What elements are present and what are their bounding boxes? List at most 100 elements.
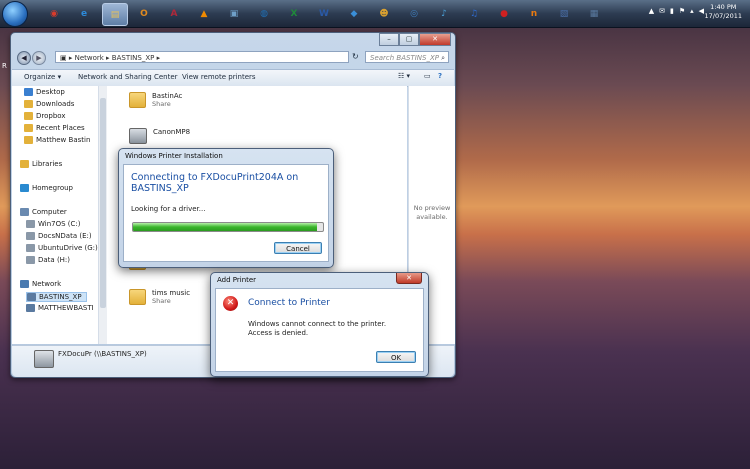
taskbar-media-player-button[interactable]: ♪: [432, 3, 456, 24]
nav-item-recent-places[interactable]: Recent Places: [24, 124, 85, 132]
command-bar: Organize ▾ Network and Sharing Center Vi…: [12, 69, 454, 87]
excel-icon: X: [290, 8, 298, 19]
dialog-title: Add Printer: [217, 276, 257, 284]
nav-item-dropbox[interactable]: Dropbox: [24, 112, 66, 120]
help-icon[interactable]: ?: [438, 72, 442, 80]
nav-item-label: Win7OS (C:): [38, 220, 81, 228]
printer-install-dialog: Windows Printer Installation Connecting …: [118, 148, 334, 268]
taskbar-remote-button[interactable]: ▦: [582, 3, 606, 24]
search-input[interactable]: Search BASTINS_XP ⌕: [365, 51, 449, 63]
taskbar-access-button[interactable]: A: [162, 3, 186, 24]
error-icon: ✕: [223, 296, 238, 311]
minimize-button[interactable]: –: [379, 33, 399, 46]
view-options-icon[interactable]: ☷ ▾: [398, 72, 410, 80]
item-type: Share: [152, 100, 171, 108]
dialog-body: Connecting to FXDocuPrint204A on BASTINS…: [123, 164, 329, 262]
maximize-button[interactable]: ▢: [399, 33, 419, 46]
taskbar-outlook-button[interactable]: O: [132, 3, 156, 24]
close-button[interactable]: ✕: [419, 33, 451, 46]
tray-icon[interactable]: ▴: [690, 7, 694, 15]
address-bar[interactable]: ▣ ▸ Network ▸ BASTINS_XP ▸: [55, 51, 349, 63]
nav-item-label: Matthew Bastin: [36, 136, 91, 144]
nav-item-win7os-c[interactable]: Win7OS (C:): [26, 220, 81, 228]
library-icon: [20, 160, 29, 168]
refresh-button[interactable]: ↻: [352, 51, 362, 63]
nav-item-docsndata-e[interactable]: DocsNData (E:): [26, 232, 92, 240]
taskbar-itunes-button[interactable]: ♫: [462, 3, 486, 24]
tray-icon[interactable]: ▮: [670, 7, 674, 15]
organize-button[interactable]: Organize ▾: [24, 73, 61, 81]
nav-item-matthew-bastin[interactable]: Matthew Bastin: [24, 136, 90, 144]
taskbar-dropbox-button[interactable]: ◆: [342, 3, 366, 24]
close-button[interactable]: ✕: [396, 273, 422, 284]
taskbar-chrome-button[interactable]: ◉: [42, 3, 66, 24]
navigation-pane: Desktop Downloads Dropbox Recent Places Matt…: [12, 86, 99, 344]
search-placeholder: Search BASTINS_XP: [370, 54, 439, 62]
breadcrumb-bastins-xp[interactable]: BASTINS_XP: [112, 54, 155, 62]
folder-icon: [129, 289, 146, 305]
list-item[interactable]: tims music Share: [129, 289, 190, 305]
search-icon: ⌕: [441, 54, 445, 62]
breadcrumb-network[interactable]: Network: [75, 54, 104, 62]
nav-item-libraries[interactable]: Libraries: [20, 160, 62, 168]
computer-icon: [20, 208, 29, 216]
navigation-scrollbar[interactable]: [98, 86, 107, 344]
list-item[interactable]: CanonMP8: [129, 128, 190, 144]
progress-bar: [132, 222, 324, 232]
taskbar-excel-button[interactable]: X: [282, 3, 306, 24]
word-icon: W: [319, 8, 329, 19]
nav-item-label: Homegroup: [32, 184, 74, 192]
taskbar-globe-button[interactable]: ◍: [252, 3, 276, 24]
start-button[interactable]: [2, 1, 28, 27]
taskbar-word-button[interactable]: W: [312, 3, 336, 24]
nav-item-matthewbasti[interactable]: MATTHEWBASTI: [26, 304, 94, 312]
tray-icon[interactable]: ✉: [659, 7, 665, 15]
tray-icon[interactable]: ⚑: [679, 7, 685, 15]
organize-label: Organize: [24, 73, 56, 81]
taskbar-vlc-button[interactable]: ▲: [192, 3, 216, 24]
access-icon: A: [170, 8, 178, 19]
tray-icon[interactable]: ▲: [649, 7, 654, 15]
nav-item-downloads[interactable]: Downloads: [24, 100, 74, 108]
cancel-button[interactable]: Cancel: [274, 242, 322, 254]
media-player-icon: ♪: [441, 8, 447, 19]
taskbar-virtualbox-button[interactable]: ▧: [552, 3, 576, 24]
drive-icon: [26, 220, 35, 228]
tray-icon[interactable]: ◀: [699, 7, 704, 15]
taskbar-record-button[interactable]: ●: [492, 3, 516, 24]
remote-icon: ▦: [589, 8, 599, 19]
taskbar-windows-explorer-button[interactable]: ▤: [102, 3, 128, 26]
nav-item-homegroup[interactable]: Homegroup: [20, 184, 73, 192]
desktop-icon: [24, 88, 33, 96]
drive-icon: [26, 232, 35, 240]
nav-item-label: Network: [32, 280, 62, 288]
nav-item-label: Dropbox: [36, 112, 66, 120]
nav-item-label: MATTHEWBASTI: [38, 304, 94, 312]
folder-icon: [24, 112, 33, 120]
nav-item-desktop[interactable]: Desktop: [24, 88, 65, 96]
nav-item-bastins-xp[interactable]: BASTINS_XP: [26, 292, 87, 302]
nav-item-data-h[interactable]: Data (H:): [26, 256, 70, 264]
taskbar-network-button[interactable]: ◎: [402, 3, 426, 24]
outlook-icon: O: [140, 8, 148, 19]
taskbar-person-button[interactable]: ☻: [372, 3, 396, 24]
nav-item-computer[interactable]: Computer: [20, 208, 67, 216]
item-text: BastinAc Share: [152, 92, 182, 108]
scrollbar-thumb[interactable]: [100, 98, 106, 308]
list-item[interactable]: BastinAc Share: [129, 92, 182, 108]
folder-icon: [24, 124, 33, 132]
taskbar-internet-explorer-button[interactable]: e: [72, 3, 96, 24]
nav-item-ubuntudrive-g[interactable]: UbuntuDrive (G:): [26, 244, 98, 252]
taskbar-image-viewer-button[interactable]: ▣: [222, 3, 246, 24]
view-remote-printers-button[interactable]: View remote printers: [182, 73, 256, 81]
clock[interactable]: 1:40 PM 17/07/2011: [705, 3, 742, 21]
ok-button[interactable]: OK: [376, 351, 416, 363]
back-button[interactable]: ◀: [17, 51, 31, 65]
forward-button[interactable]: ▶: [32, 51, 46, 65]
network-sharing-center-button[interactable]: Network and Sharing Center: [78, 73, 178, 81]
folder-icon: [129, 92, 146, 108]
preview-pane-icon[interactable]: ▭: [424, 72, 431, 80]
person-icon: ☻: [379, 8, 389, 19]
nav-item-network[interactable]: Network: [20, 280, 61, 288]
taskbar-n-app-button[interactable]: n: [522, 3, 546, 24]
